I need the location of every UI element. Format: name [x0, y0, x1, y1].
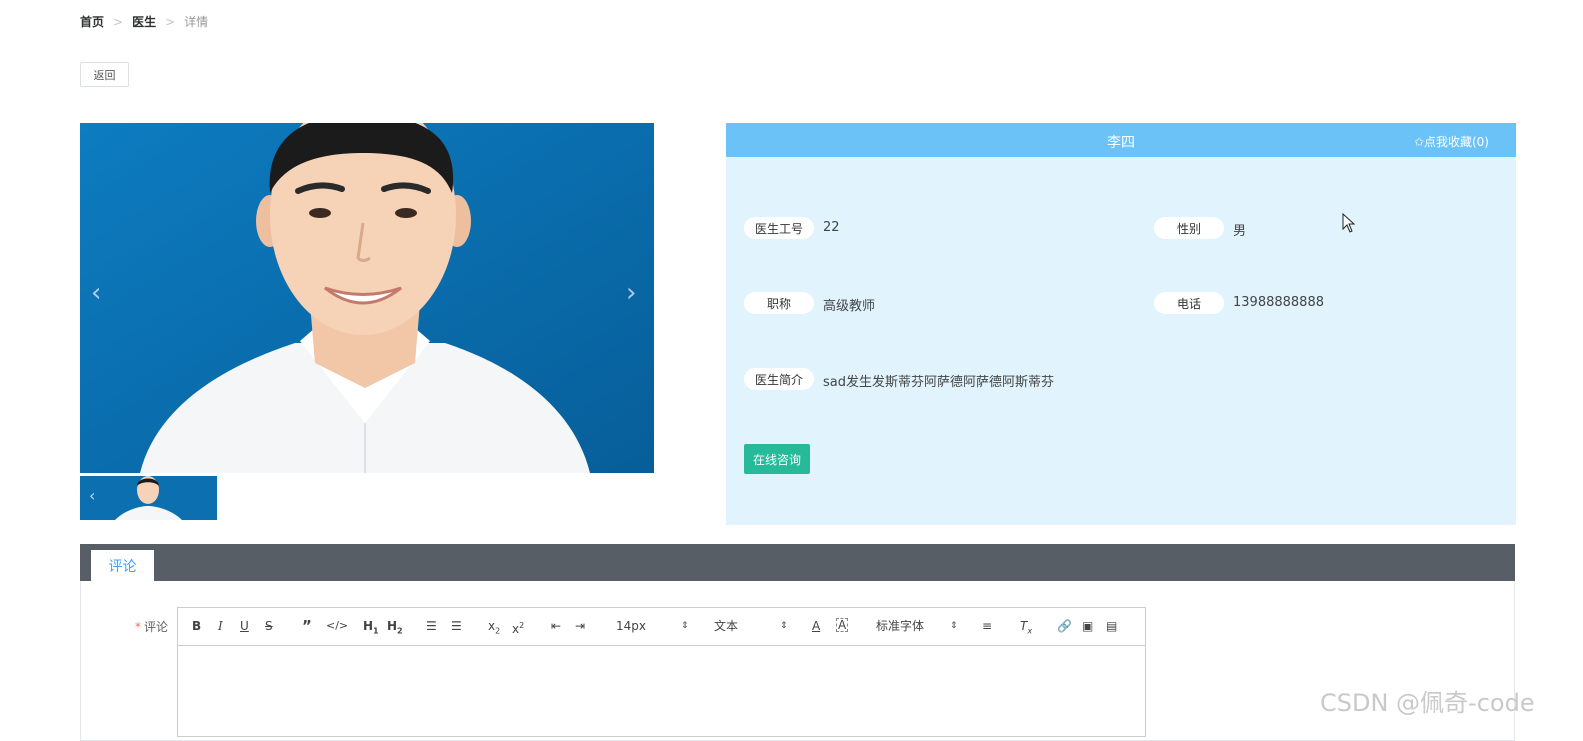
breadcrumb-separator: >	[113, 14, 124, 29]
online-consult-button[interactable]: 在线咨询	[744, 444, 810, 474]
align-icon[interactable]: ≡	[982, 618, 992, 634]
background-color-icon[interactable]: A	[836, 618, 849, 632]
comment-field-label: * 评论	[135, 618, 168, 635]
field-label-id: 医生工号	[744, 217, 814, 239]
clear-format-icon[interactable]: Tx	[1020, 618, 1032, 639]
block-type-chevron-icon: ⇕	[780, 621, 788, 631]
subscript-icon[interactable]: x2	[488, 618, 500, 639]
field-label-title: 职称	[744, 292, 814, 314]
doctor-info-panel: 李四 ✩点我收藏(0) 医生工号 22 性别 男 职称 高级教师 电话 1398…	[726, 123, 1516, 525]
blockquote-icon[interactable]: ”	[302, 618, 312, 634]
field-value-gender: 男	[1233, 224, 1247, 239]
field-value-title: 高级教师	[823, 299, 876, 314]
breadcrumb-detail: 详情	[184, 15, 209, 29]
breadcrumb-doctor[interactable]: 医生	[132, 13, 156, 30]
font-size-select[interactable]: 14px	[616, 618, 646, 634]
editor-toolbar: B I U S ” </> H1 H2 ☰ ☰ x2 x2 ⇤ ⇥ 14px ⇕…	[178, 608, 1145, 646]
image-icon[interactable]: ▣	[1082, 618, 1093, 634]
required-mark: *	[135, 620, 141, 634]
doctor-name: 李四	[1107, 135, 1135, 151]
italic-icon[interactable]: I	[218, 618, 223, 634]
font-size-chevron-icon: ⇕	[681, 621, 689, 631]
breadcrumb-separator: >	[165, 14, 176, 29]
indent-icon[interactable]: ⇥	[575, 618, 585, 634]
bold-icon[interactable]: B	[192, 618, 201, 634]
superscript-icon[interactable]: x2	[512, 618, 524, 637]
field-value-id: 22	[823, 220, 840, 235]
mouse-cursor-icon	[1342, 213, 1356, 233]
link-icon[interactable]: 🔗	[1057, 618, 1072, 634]
ordered-list-icon[interactable]: ☰	[426, 618, 437, 634]
thumbnail-photo	[80, 476, 217, 520]
breadcrumb-home[interactable]: 首页	[80, 13, 104, 30]
font-family-select[interactable]: 标准字体	[876, 618, 924, 634]
font-family-chevron-icon: ⇕	[950, 621, 958, 631]
bullet-list-icon[interactable]: ☰	[451, 618, 462, 634]
doctor-photo	[80, 123, 654, 473]
carousel-prev-arrow-icon[interactable]: ‹	[91, 280, 101, 306]
carousel-thumbnail[interactable]	[80, 476, 217, 520]
block-type-select[interactable]: 文本	[714, 618, 738, 634]
tab-bar: 评论	[80, 544, 1515, 581]
field-label-phone: 电话	[1154, 292, 1224, 314]
comment-input-area[interactable]	[178, 646, 1145, 738]
back-button[interactable]: 返回	[80, 62, 129, 87]
favorite-button[interactable]: ✩点我收藏(0)	[1414, 133, 1489, 150]
outdent-icon[interactable]: ⇤	[551, 618, 561, 634]
heading1-icon[interactable]: H1	[363, 618, 379, 639]
strikethrough-icon[interactable]: S	[265, 618, 273, 634]
underline-icon[interactable]: U	[240, 618, 249, 634]
field-value-phone: 13988888888	[1233, 295, 1324, 310]
field-value-intro: sad发生发斯蒂芬阿萨德阿萨德阿斯蒂芬	[823, 375, 1054, 390]
comment-label-text: 评论	[144, 620, 169, 634]
carousel-next-arrow-icon[interactable]: ›	[626, 280, 636, 306]
field-label-intro: 医生简介	[744, 368, 814, 390]
text-color-icon[interactable]: A	[812, 618, 820, 634]
video-icon[interactable]: ▤	[1106, 618, 1117, 634]
tab-comments[interactable]: 评论	[91, 550, 154, 581]
code-block-icon[interactable]: </>	[326, 618, 348, 634]
doctor-info-header: 李四 ✩点我收藏(0)	[726, 123, 1516, 157]
thumbnail-prev-arrow-icon[interactable]: ‹	[89, 488, 95, 504]
breadcrumb: 首页 > 医生 > 详情	[80, 13, 208, 30]
heading2-icon[interactable]: H2	[387, 618, 403, 639]
field-label-gender: 性别	[1154, 217, 1224, 239]
doctor-photo-carousel	[80, 123, 654, 473]
watermark: CSDN @佩奇-code	[1320, 689, 1535, 717]
comment-editor: B I U S ” </> H1 H2 ☰ ☰ x2 x2 ⇤ ⇥ 14px ⇕…	[177, 607, 1146, 737]
